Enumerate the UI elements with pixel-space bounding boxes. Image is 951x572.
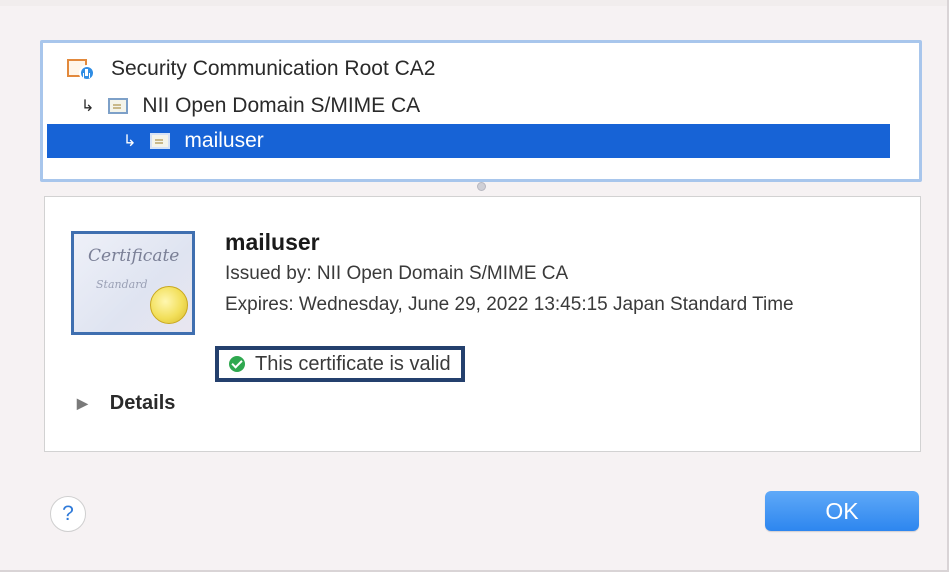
child-arrow-icon: ↳ <box>81 98 95 115</box>
chain-item-intermediate[interactable]: ↳ NII Open Domain S/MIME CA <box>81 88 420 124</box>
chain-item-label: Security Communication Root CA2 <box>111 57 436 80</box>
certificate-name: mailuser <box>225 229 320 255</box>
issued-by-text: Issued by: NII Open Domain S/MIME CA <box>225 263 569 284</box>
child-arrow-icon: ↳ <box>123 133 137 150</box>
certificate-icon <box>108 98 129 114</box>
details-label: Details <box>109 392 176 414</box>
root-certificate-icon <box>67 57 95 81</box>
chain-item-label: mailuser <box>184 129 264 152</box>
disclosure-triangle-icon[interactable]: ▶ <box>77 395 88 412</box>
details-disclosure[interactable]: ▶ Details <box>77 392 175 415</box>
certificate-seal-icon <box>150 286 188 324</box>
certificate-large-icon: Certificate Standard <box>71 231 195 335</box>
expires-text: Expires: Wednesday, June 29, 2022 13:45:… <box>225 294 794 315</box>
certificate-detail-panel: Certificate Standard mailuser Issued by:… <box>44 196 921 452</box>
chain-item-label: NII Open Domain S/MIME CA <box>142 94 421 117</box>
certificate-dialog: Security Communication Root CA2 ↳ NII Op… <box>0 0 949 572</box>
ok-button[interactable]: OK <box>765 491 919 531</box>
certificate-image-title: Certificate <box>88 246 180 266</box>
validity-status-highlight: This certificate is valid <box>215 346 465 382</box>
pane-splitter-handle[interactable] <box>477 182 486 191</box>
certificate-image-subtitle: Standard <box>96 278 148 291</box>
certificate-chain-list[interactable]: Security Communication Root CA2 ↳ NII Op… <box>40 40 922 182</box>
window-top-edge <box>0 0 947 6</box>
chain-item-leaf-selected[interactable]: ↳ mailuser <box>47 124 890 158</box>
certificate-icon <box>150 133 171 149</box>
chain-item-root[interactable]: Security Communication Root CA2 <box>67 51 435 87</box>
validity-status-text: This certificate is valid <box>255 352 451 375</box>
help-button[interactable]: ? <box>50 496 86 532</box>
valid-check-icon <box>229 356 245 372</box>
